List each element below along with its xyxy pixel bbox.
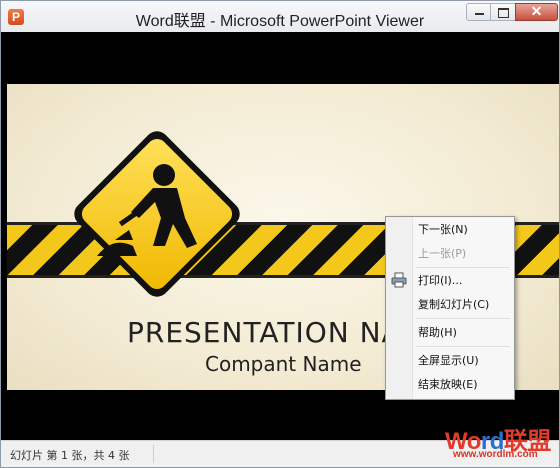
- menu-item-copy-slide[interactable]: 复制幻灯片(C): [418, 295, 510, 315]
- menu-separator: [416, 346, 510, 347]
- menu-item-fullscreen[interactable]: 全屏显示(U): [418, 351, 510, 371]
- menu-item-end-show[interactable]: 结束放映(E): [418, 375, 510, 395]
- printer-icon: [391, 272, 407, 288]
- slide-title: PRESENTATION NA: [127, 316, 402, 349]
- menu-item-print[interactable]: 打印(I)...: [418, 271, 510, 291]
- menu-item-help[interactable]: 帮助(H): [418, 323, 510, 343]
- slide-subtitle: Compant Name: [205, 352, 362, 376]
- context-menu: 下一张(N) 上一张(P) 打印(I)... 复制幻灯片(C) 帮助(H) 全屏…: [385, 216, 515, 400]
- menu-item-previous[interactable]: 上一张(P): [418, 244, 510, 264]
- watermark-url: www.wordlm.com: [453, 449, 538, 460]
- close-button[interactable]: ✕: [515, 3, 558, 21]
- slide-counter: 幻灯片 第 1 张，共 4 张: [10, 449, 130, 462]
- menu-item-next[interactable]: 下一张(N): [418, 220, 510, 240]
- powerpoint-viewer-window: P Word联盟 - Microsoft PowerPoint Viewer ✕: [0, 0, 560, 468]
- minimize-icon: [475, 13, 484, 15]
- slideshow-stage[interactable]: PRESENTATION NA Compant Name 下一张(N) 上一张(…: [1, 32, 559, 440]
- minimize-button[interactable]: [466, 3, 491, 21]
- menu-separator: [416, 318, 510, 319]
- context-menu-icon-column: [386, 217, 413, 399]
- maximize-button[interactable]: [491, 3, 516, 21]
- menu-separator: [416, 267, 510, 268]
- maximize-icon: [498, 8, 509, 18]
- construction-sign-icon: [57, 114, 257, 314]
- wordlm-watermark-logo: Word联盟 www.wordlm.com: [445, 421, 557, 465]
- title-bar[interactable]: P Word联盟 - Microsoft PowerPoint Viewer ✕: [1, 1, 559, 33]
- status-divider: [153, 445, 154, 463]
- close-icon: ✕: [530, 3, 543, 19]
